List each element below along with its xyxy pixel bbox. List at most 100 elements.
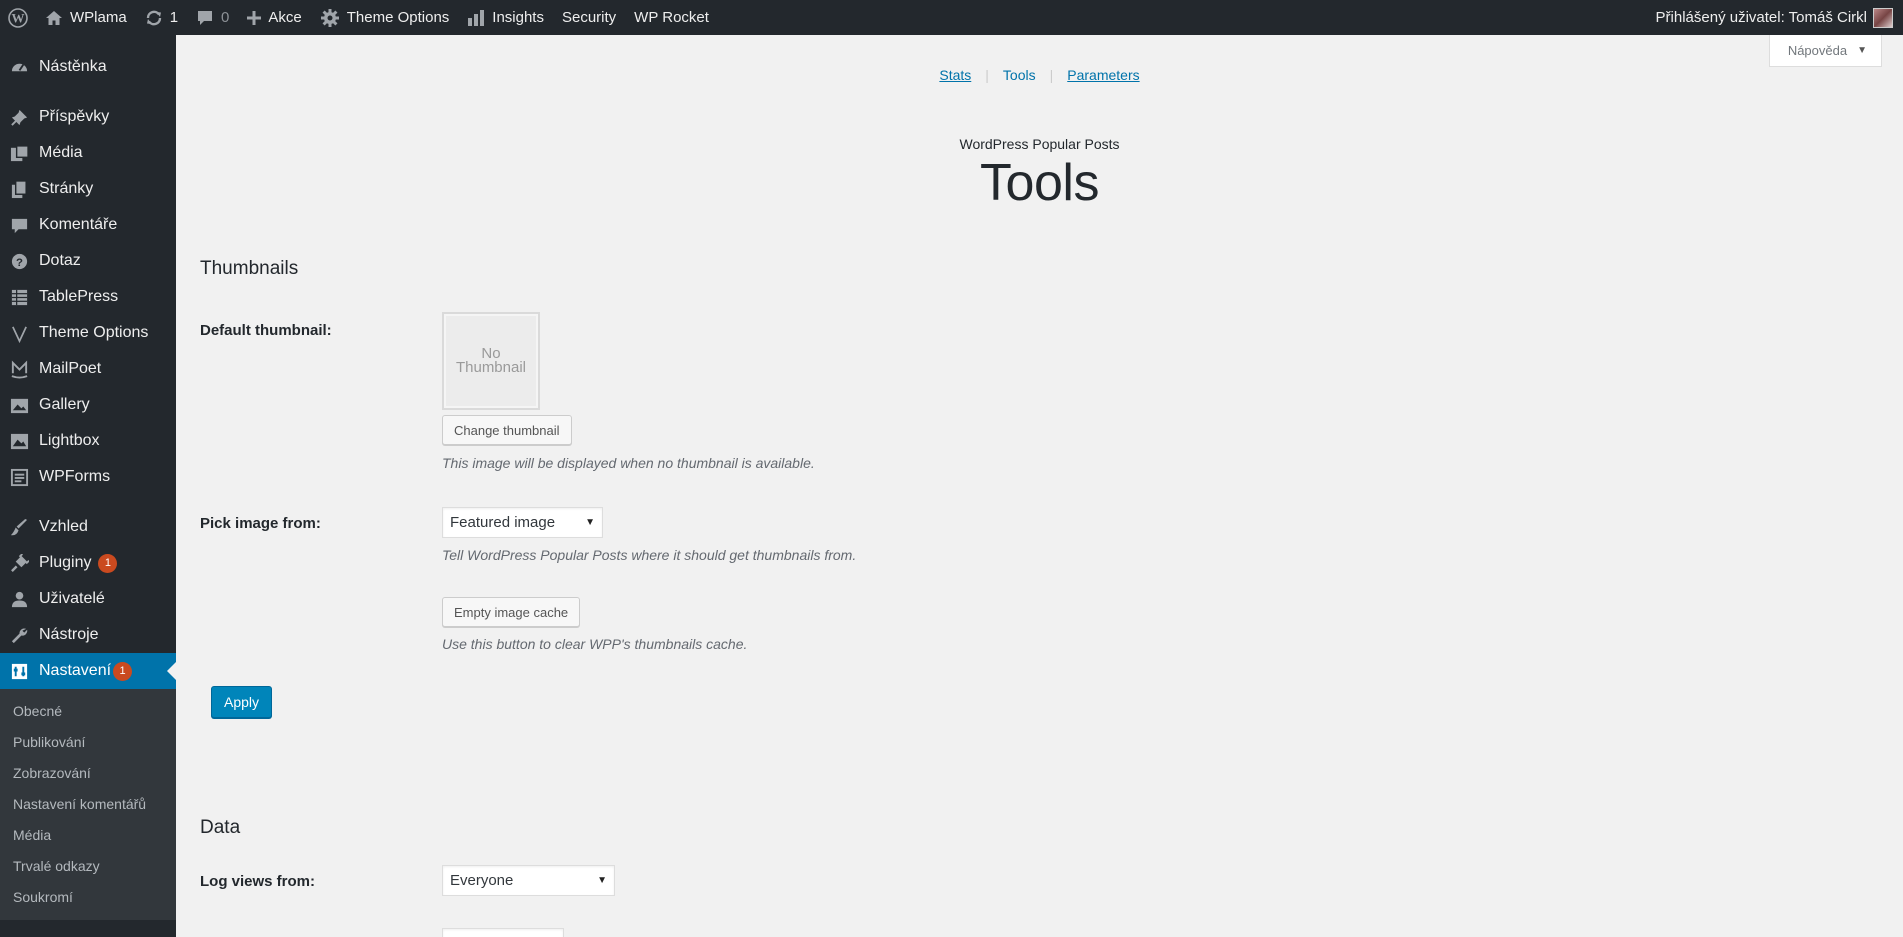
menu-item-mailpoet[interactable]: MailPoet [0,351,176,387]
media-icon [10,144,29,163]
site-name: WPlama [70,9,127,26]
brush-icon [10,518,29,537]
wp-rocket-label: WP Rocket [634,9,709,26]
menu-label: Média [39,144,83,161]
user-icon [10,590,29,609]
gear-icon [320,8,340,28]
menu-item-wpforms[interactable]: WPForms [0,459,176,495]
v-icon [10,324,29,343]
submenu-item-permalinks[interactable]: Trvalé odkazy [0,851,176,882]
help-tab-label: Nápověda [1787,43,1848,58]
settings-icon [10,662,29,681]
menu-item-plugins[interactable]: Pluginy 1 [0,545,176,581]
next-setting-select[interactable] [442,928,564,937]
log-views-label: Log views from: [200,873,316,890]
gallery-icon [10,396,29,415]
home-icon [45,10,63,26]
updates-link[interactable]: 1 [136,0,187,35]
menu-label: Theme Options [39,324,149,341]
tab-stats[interactable]: Stats [925,67,985,83]
menu-item-theme-options[interactable]: Theme Options [0,315,176,351]
submenu-item-writing[interactable]: Publikování [0,727,176,758]
default-thumbnail-description: This image will be displayed when no thu… [442,455,815,471]
security-link[interactable]: Security [553,0,625,35]
change-thumbnail-button[interactable]: Change thumbnail [442,415,572,445]
help-tab-button[interactable]: Nápověda ▼ [1768,35,1882,67]
thumbnails-section-title: Thumbnails [200,258,299,279]
new-content-label: Akce [268,9,302,26]
plugin-name: WordPress Popular Posts [959,136,1120,152]
menu-item-pages[interactable]: Stránky [0,171,176,207]
default-thumbnail-preview: No Thumbnail [442,312,540,410]
menu-item-media[interactable]: Média [0,135,176,171]
pick-image-select[interactable]: Featured image ▼ [442,507,603,538]
tab-parameters[interactable]: Parameters [1053,67,1153,83]
menu-item-dotaz[interactable]: ? Dotaz [0,243,176,279]
lightbox-icon [10,432,29,451]
comment-icon [196,9,214,26]
new-content-link[interactable]: Akce [238,0,310,35]
user-account-link[interactable]: Přihlášený uživatel: Tomáš Cirkl [1647,0,1903,35]
security-label: Security [561,9,617,26]
plugins-update-badge: 1 [98,553,118,573]
menu-item-gallery[interactable]: Gallery [0,387,176,423]
menu-label: Nastavení [39,662,112,679]
menu-label: TablePress [39,288,119,305]
menu-item-appearance[interactable]: Vzhled [0,509,176,545]
apply-button[interactable]: Apply [211,686,273,718]
menu-label: WPForms [39,468,111,485]
default-thumbnail-label: Default thumbnail: [200,322,332,339]
tab-tools[interactable]: Tools [989,67,1050,83]
plugin-subnav: Stats | Tools | Parameters [176,67,1903,83]
menu-item-settings[interactable]: Nastavení 1 [0,653,176,689]
submenu-item-media[interactable]: Média [0,820,176,851]
settings-badge: 1 [113,661,133,681]
dropdown-arrow-icon: ▼ [597,875,607,886]
site-name-link[interactable]: WPlama [36,0,136,35]
table-icon [10,288,29,307]
wordpress-logo-icon[interactable]: W [0,0,36,35]
dashboard-icon [10,58,29,77]
main-content: Nápověda ▼ Stats | Tools | Parameters WordPr… [176,35,1903,937]
wrench-icon [10,626,29,645]
menu-label: Nástroje [39,626,99,643]
svg-text:W: W [12,10,25,25]
menu-label: Komentáře [39,216,118,233]
pick-image-description: Tell WordPress Popular Posts where it sh… [442,547,857,563]
bar-chart-icon [467,9,485,27]
mailpoet-icon [10,360,29,379]
menu-label: Lightbox [39,432,100,449]
submenu-item-discussion[interactable]: Nastavení komentářů [0,789,176,820]
submenu-item-privacy[interactable]: Soukromí [0,882,176,913]
admin-bar: W WPlama 1 0 Akce Theme Options Insights… [0,0,1903,35]
theme-options-link[interactable]: Theme Options [311,0,459,35]
empty-image-cache-button[interactable]: Empty image cache [442,597,581,627]
menu-item-posts[interactable]: Příspěvky [0,99,176,135]
updates-count: 1 [169,9,179,26]
updates-icon [145,9,163,27]
menu-item-comments[interactable]: Komentáře [0,207,176,243]
log-views-select[interactable]: Everyone ▼ [442,865,615,896]
menu-label: Vzhled [39,518,88,535]
menu-item-lightbox[interactable]: Lightbox [0,423,176,459]
menu-item-tablepress[interactable]: TablePress [0,279,176,315]
question-icon: ? [10,252,29,271]
pick-image-label: Pick image from: [200,515,321,532]
data-section-title: Data [200,817,241,838]
pick-image-value: Featured image [450,514,556,531]
submenu-item-reading[interactable]: Zobrazování [0,758,176,789]
comments-count: 0 [221,9,230,26]
comments-icon [10,216,29,235]
menu-label: Pluginy [39,554,92,571]
plugin-icon [10,553,29,573]
menu-label: Nástěnka [39,58,107,75]
menu-item-tools[interactable]: Nástroje [0,617,176,653]
submenu-item-general[interactable]: Obecné [0,696,176,727]
menu-item-users[interactable]: Uživatelé [0,581,176,617]
comments-link[interactable]: 0 [187,0,238,35]
menu-item-dashboard[interactable]: Nástěnka [0,49,176,85]
wp-rocket-link[interactable]: WP Rocket [625,0,718,35]
forms-icon [10,468,29,487]
insights-link[interactable]: Insights [458,0,553,35]
menu-label: MailPoet [39,360,102,377]
